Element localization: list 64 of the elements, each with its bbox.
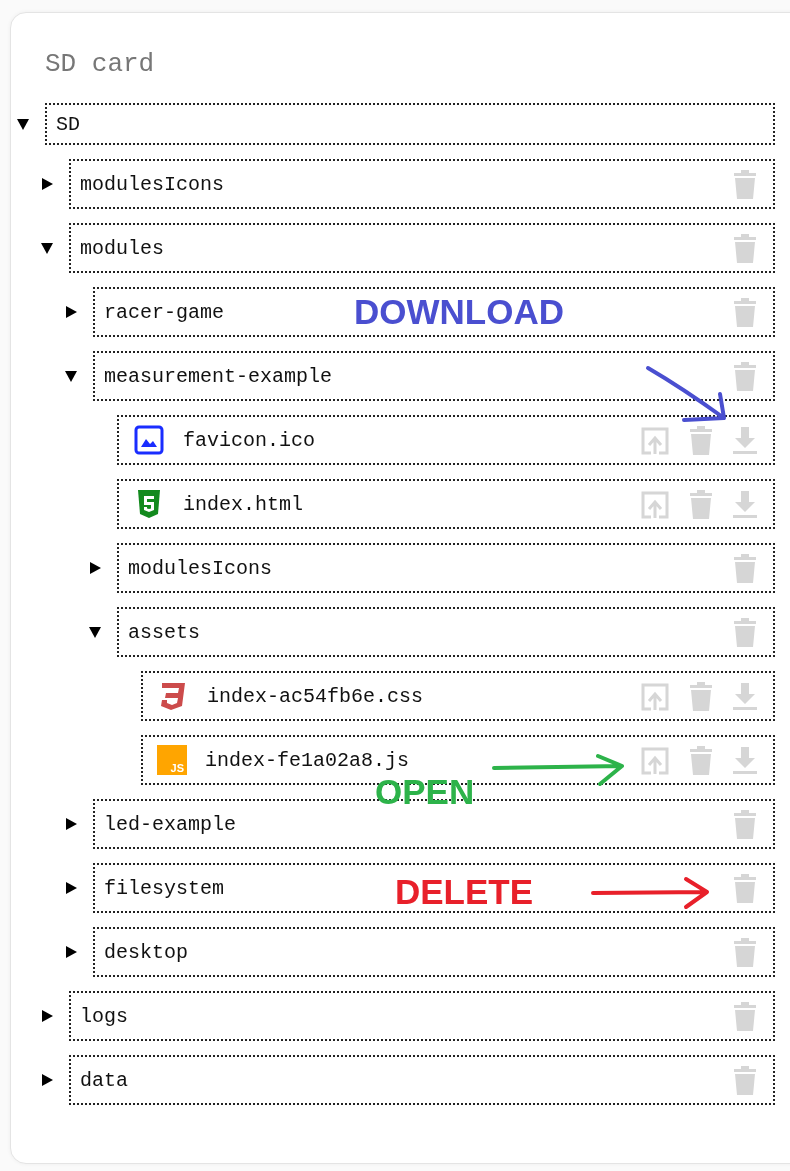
caret-icon[interactable]	[64, 881, 78, 895]
folder-name: modulesIcons	[128, 556, 273, 580]
caret-icon[interactable]	[64, 817, 78, 831]
caret-icon[interactable]	[64, 305, 78, 319]
trash-icon[interactable]	[731, 999, 759, 1033]
folder-row[interactable]: modulesIcons	[69, 159, 775, 209]
folder-row[interactable]: data	[69, 1055, 775, 1105]
annotation-label: DOWNLOAD	[354, 293, 564, 332]
annotation-label: DELETE	[395, 873, 534, 912]
trash-icon[interactable]	[731, 167, 759, 201]
folder-name: filesystem	[104, 876, 225, 900]
trash-icon[interactable]	[731, 807, 759, 841]
folder-name: led-example	[104, 812, 237, 836]
download-icon[interactable]	[731, 424, 759, 456]
folder-name: assets	[128, 620, 200, 644]
folder-name: logs	[80, 1004, 128, 1028]
folder-name: modulesIcons	[80, 172, 225, 196]
caret-icon[interactable]	[16, 117, 30, 131]
folder-row[interactable]: measurement-example	[93, 351, 775, 401]
folder-name: modules	[80, 236, 164, 260]
trash-icon[interactable]	[687, 679, 715, 713]
caret-icon[interactable]	[64, 945, 78, 959]
folder-row[interactable]: modules	[69, 223, 775, 273]
file-row[interactable]: favicon.ico	[117, 415, 775, 465]
file-row[interactable]: index-ac54fb6e.css	[141, 671, 775, 721]
caret-icon[interactable]	[40, 1073, 54, 1087]
download-icon[interactable]	[731, 488, 759, 520]
folder-row[interactable]: SD	[45, 103, 775, 145]
trash-icon[interactable]	[731, 615, 759, 649]
download-icon[interactable]	[731, 744, 759, 776]
caret-icon[interactable]	[88, 561, 102, 575]
file-name: favicon.ico	[183, 428, 316, 452]
trash-icon[interactable]	[687, 743, 715, 777]
folder-row[interactable]: assets	[117, 607, 775, 657]
trash-icon[interactable]	[687, 423, 715, 457]
trash-icon[interactable]	[731, 551, 759, 585]
js-file-icon: JS	[157, 745, 187, 775]
folder-name: SD	[56, 112, 80, 136]
panel-title: SD card	[45, 49, 156, 81]
caret-icon[interactable]	[40, 177, 54, 191]
folder-name: racer-game	[104, 300, 225, 324]
trash-icon[interactable]	[731, 935, 759, 969]
file-name: index-ac54fb6e.css	[207, 684, 424, 708]
trash-icon[interactable]	[731, 871, 759, 905]
folder-row[interactable]: logs	[69, 991, 775, 1041]
caret-icon[interactable]	[40, 241, 54, 255]
folder-row[interactable]: modulesIcons	[117, 543, 775, 593]
folder-row[interactable]: filesystem DELETE	[93, 863, 775, 913]
trash-icon[interactable]	[687, 487, 715, 521]
trash-icon[interactable]	[731, 359, 759, 393]
file-name: index-fe1a02a8.js	[205, 748, 410, 772]
folder-name: data	[80, 1068, 128, 1092]
caret-icon[interactable]	[40, 1009, 54, 1023]
file-name: index.html	[183, 492, 304, 516]
caret-icon[interactable]	[88, 625, 102, 639]
download-icon[interactable]	[731, 680, 759, 712]
trash-icon[interactable]	[731, 1063, 759, 1097]
caret-icon[interactable]	[64, 369, 78, 383]
trash-icon[interactable]	[731, 295, 759, 329]
folder-name: measurement-example	[104, 364, 333, 388]
trash-icon[interactable]	[731, 231, 759, 265]
folder-row[interactable]: desktop	[93, 927, 775, 977]
file-row[interactable]: index.html	[117, 479, 775, 529]
folder-name: desktop	[104, 940, 188, 964]
